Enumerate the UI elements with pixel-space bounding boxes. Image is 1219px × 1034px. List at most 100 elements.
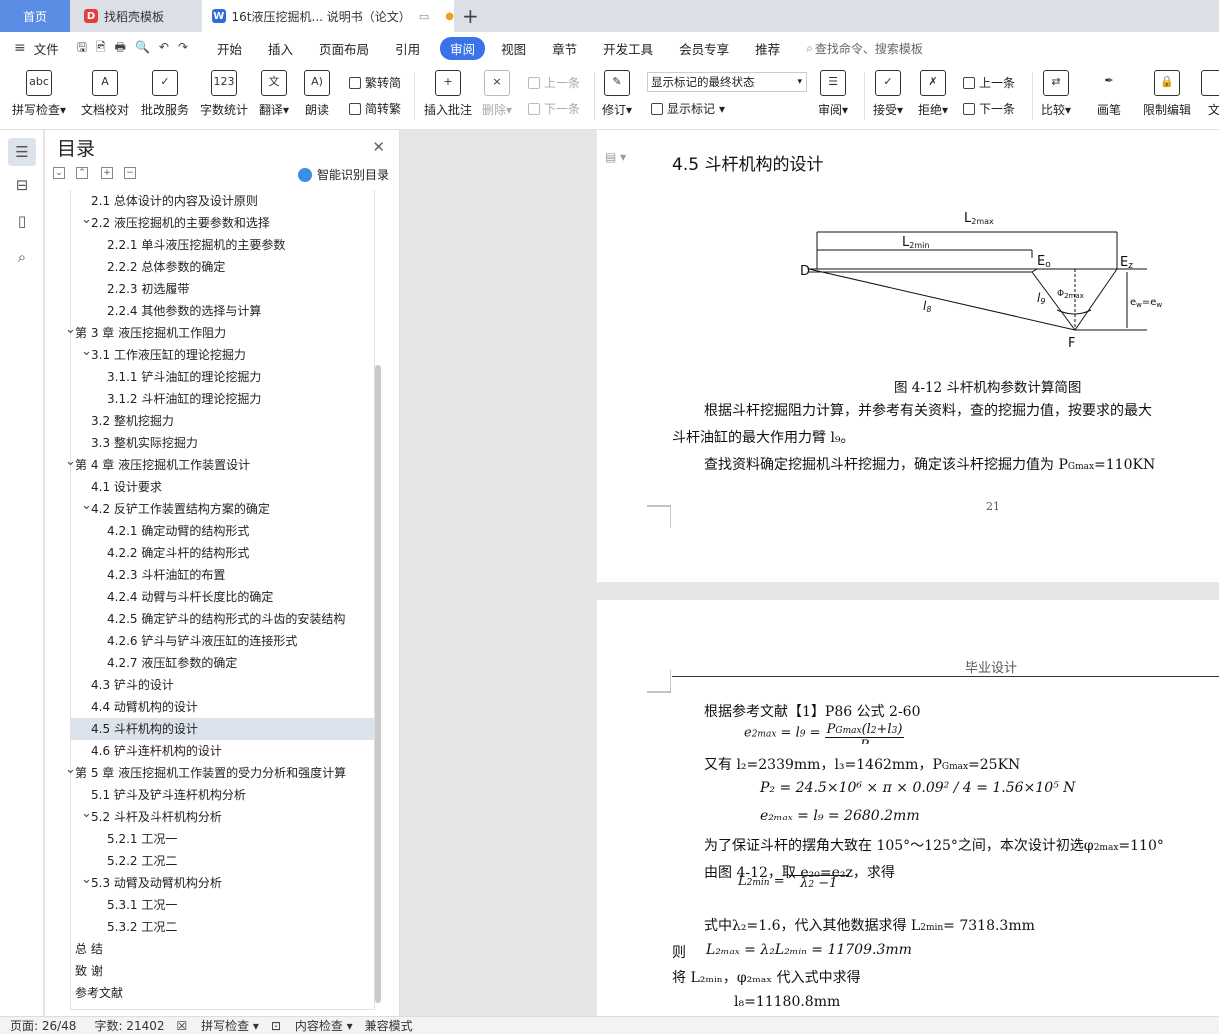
toc-item-label: 5.3 动臂及动臂机构分析 [91,876,222,890]
menu-insert[interactable]: 插入 [268,39,293,58]
delete-comment-button[interactable]: × 删除▾ [482,68,512,118]
collapse-all-icon[interactable]: ⌄ [53,167,65,179]
menu-view[interactable]: 视图 [501,39,526,58]
track-changes-button[interactable]: ✎ 修订▾ [602,68,632,118]
review-pane-button[interactable]: ☰ 审阅▾ [818,68,848,118]
smart-toc-button[interactable]: 智能识别目录 [297,166,389,183]
word-count-button[interactable]: 123 字数统计 [200,68,248,118]
insert-comment-button[interactable]: + 插入批注 [424,68,472,118]
quick-access-icons[interactable]: 🖫🖻🖶🔍↶↷ [77,38,197,59]
menu-file[interactable]: 文件 [34,39,59,58]
menu-chapter[interactable]: 章节 [552,39,577,58]
toc-item[interactable]: 4.5 斗杆机构的设计 [71,718,375,740]
next-change-button[interactable]: 下一条 [963,100,1015,117]
toc-item[interactable]: 4.2.6 铲斗与铲斗液压缸的连接形式 [71,630,375,652]
toc-item[interactable]: 致 谢 [71,960,375,982]
menu-review[interactable]: 审阅 [440,36,486,60]
toc-item[interactable]: ⌄ 5.2 斗杆及斗杆机构分析 [71,806,375,828]
navigation-icon[interactable]: ⊟ [12,176,32,196]
toc-item[interactable]: ⌄ 第 5 章 液压挖掘机工作装置的受力分析和强度计算 [65,762,375,784]
toc-item[interactable]: 3.2 整机挖掘力 [71,410,375,432]
toc-item[interactable]: 3.1.2 斗杆油缸的理论挖掘力 [71,388,375,410]
spell-check-status[interactable]: ☒ 拼写检查 ▾ [177,1017,259,1034]
prev-change-button[interactable]: 上一条 [963,74,1015,91]
toc-item[interactable]: 5.1 铲斗及铲斗连杆机构分析 [71,784,375,806]
toc-item[interactable]: 5.2.2 工况二 [71,850,375,872]
close-icon[interactable]: ✕ [372,138,385,156]
toc-item[interactable]: 2.2.3 初选履带 [71,278,375,300]
markup-state-select[interactable]: 显示标记的最终状态 ▾ [647,72,807,92]
toc-item[interactable]: 2.2.1 单斗液压挖掘机的主要参数 [71,234,375,256]
command-search[interactable]: 查找命令、搜索模板 [815,40,923,57]
menu-reference[interactable]: 引用 [395,39,420,58]
toc-item[interactable]: ⌄ 4.2 反铲工作装置结构方案的确定 [71,498,375,520]
toc-item[interactable]: 总 结 [71,938,375,960]
toc-item[interactable]: ⌄ 第 3 章 液压挖掘机工作阻力 [65,322,375,344]
toc-item[interactable]: 参考文献 [71,982,375,1004]
toc-item-label: 4.2.5 确定铲斗的结构形式的斗齿的安装结构 [107,612,346,626]
translate-button[interactable]: 文翻译▾ [259,68,289,118]
toc-item-label: 4.2.4 动臂与斗杆长度比的确定 [107,590,274,604]
spell-check-button[interactable]: abc 拼写检查▾ [12,68,66,118]
toc-item[interactable]: 5.2.1 工况一 [71,828,375,850]
menu-layout[interactable]: 页面布局 [319,39,369,58]
menu-start[interactable]: 开始 [217,39,242,58]
menu-recommend[interactable]: 推荐 [755,39,780,58]
toc-item[interactable]: 4.3 铲斗的设计 [71,674,375,696]
toc-item-label: 第 3 章 液压挖掘机工作阻力 [75,326,227,340]
tab-document[interactable]: W 16t液压挖掘机... 说明书（论文） ▭ ● [202,0,454,32]
toc-item[interactable]: 4.6 铲斗连杆机构的设计 [71,740,375,762]
trad-to-simp-button[interactable]: 繁转简 [349,74,401,91]
show-markup-button[interactable]: 显示标记 ▾ [651,100,725,117]
toc-panel-icon[interactable]: ☰ [8,138,36,166]
toc-item[interactable]: 5.3.2 工况二 [71,916,375,938]
tab-home[interactable]: 首页 [0,0,70,32]
accept-button[interactable]: ✓ 接受▾ [873,68,903,118]
toc-item[interactable]: 4.1 设计要求 [71,476,375,498]
proofread-button[interactable]: A 文档校对 [81,68,129,118]
tab-template[interactable]: D 找稻壳模板 [76,0,198,32]
toc-item[interactable]: 3.3 整机实际挖掘力 [71,432,375,454]
search-icon[interactable]: ⌕ [12,248,32,268]
page-menu-icon[interactable]: ▤ ▾ [605,150,626,164]
monitor-icon[interactable]: ▭ [419,10,429,23]
pen-button[interactable]: ✒ 画笔 [1096,68,1122,118]
toc-item[interactable]: 2.2.2 总体参数的确定 [71,256,375,278]
next-comment-button[interactable]: 下一条 [528,100,580,117]
toc-item[interactable]: 2.2.4 其他参数的选择与计算 [71,300,375,322]
toc-item[interactable]: 5.3.1 工况一 [71,894,375,916]
toc-item[interactable]: 4.2.4 动臂与斗杆长度比的确定 [71,586,375,608]
menu-developer[interactable]: 开发工具 [603,39,653,58]
restrict-editing-button[interactable]: 🔒 限制编辑 [1143,68,1191,118]
toc-item[interactable]: 4.2.1 确定动臂的结构形式 [71,520,375,542]
toc-item[interactable]: ⌄ 5.3 动臂及动臂机构分析 [71,872,375,894]
menu-member[interactable]: 会员专享 [679,39,729,58]
toc-item[interactable]: 4.2.5 确定铲斗的结构形式的斗齿的安装结构 [71,608,375,630]
toc-item[interactable]: 4.2.2 确定斗杆的结构形式 [71,542,375,564]
toc-item[interactable]: 4.2.3 斗杆油缸的布置 [71,564,375,586]
toc-item[interactable]: ⌄ 3.1 工作液压缸的理论挖掘力 [71,344,375,366]
remove-level-icon[interactable]: − [124,167,136,179]
document-button[interactable]: 文 [1201,68,1219,118]
prev-comment-button[interactable]: 上一条 [528,74,580,91]
simp-to-trad-button[interactable]: 简转繁 [349,100,401,117]
correction-service-button[interactable]: ✓ 批改服务 [141,68,189,118]
hamburger-icon[interactable]: ≡ [14,40,26,56]
toc-item[interactable]: ⌄ 2.2 液压挖掘机的主要参数和选择 [71,212,375,234]
toc-item[interactable]: 4.4 动臂机构的设计 [71,696,375,718]
add-level-icon[interactable]: + [101,167,113,179]
toc-item[interactable]: 3.1.1 铲斗油缸的理论挖掘力 [71,366,375,388]
bookmark-icon[interactable]: ▯ [12,212,32,232]
compare-button[interactable]: ⇄ 比较▾ [1041,68,1071,118]
content-check-status[interactable]: ⊡ 内容检查 ▾ [271,1017,353,1034]
expand-up-icon[interactable]: ⌃ [76,167,88,179]
toc-scrollbar[interactable] [375,365,381,1003]
new-tab-icon[interactable]: + [462,0,479,32]
toc-item[interactable]: ⌄ 第 4 章 液压挖掘机工作装置设计 [65,454,375,476]
reject-button[interactable]: ✗ 拒绝▾ [918,68,948,118]
toc-item[interactable]: 2.1 总体设计的内容及设计原则 [71,190,375,212]
toc-item[interactable]: 4.2.7 液压缸参数的确定 [71,652,375,674]
page-indicator[interactable]: 页面: 26/48 [10,1017,76,1034]
word-count-indicator[interactable]: 字数: 21402 [94,1017,164,1034]
read-aloud-button[interactable]: A) 朗读 [304,68,330,118]
